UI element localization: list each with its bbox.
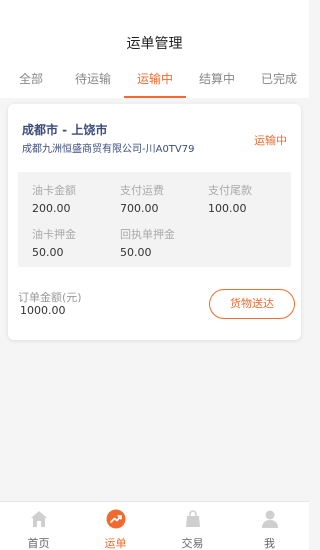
order-total-label: 订单金额(元)	[18, 291, 82, 304]
order-total-value: 1000.00	[20, 304, 66, 317]
tabbar-label-me: 我	[264, 537, 275, 550]
user-icon	[260, 509, 280, 529]
trend-icon	[106, 509, 126, 529]
status-tabs: 全部 待运输 运输中 结算中 已完成	[0, 68, 309, 98]
route-text: 成都市 - 上饶市	[22, 123, 108, 137]
bottom-tabbar: 首页 运单 交易 我	[0, 501, 309, 550]
receipt-deposit-value: 50.00	[120, 246, 152, 259]
fuel-card-deposit-label: 油卡押金	[32, 228, 76, 241]
fuel-card-deposit-value: 50.00	[32, 246, 64, 259]
company-text: 成都九洲恒盛商贸有限公司-川A0TV79	[22, 144, 195, 155]
tab-all[interactable]: 全部	[0, 68, 62, 98]
status-badge: 运输中	[254, 134, 287, 147]
tab-settling[interactable]: 结算中	[186, 68, 248, 98]
balance-paid-label: 支付尾款	[208, 184, 252, 197]
tabbar-label-home: 首页	[27, 537, 50, 550]
fuel-card-amount-value: 200.00	[32, 202, 71, 215]
header: 运单管理 全部 待运输 运输中 结算中 已完成	[0, 0, 309, 98]
home-icon	[29, 509, 49, 529]
page-title: 运单管理	[126, 36, 183, 52]
order-card[interactable]: 成都市 - 上饶市 成都九洲恒盛商贸有限公司-川A0TV79 运输中 油卡金额 …	[8, 104, 301, 340]
fuel-card-amount-label: 油卡金额	[32, 184, 76, 197]
receipt-deposit-label: 回执单押金	[120, 228, 175, 241]
tabbar-item-me[interactable]: 我	[231, 502, 308, 550]
tabbar-item-trade[interactable]: 交易	[154, 502, 231, 550]
tabbar-item-waybill[interactable]: 运单	[77, 502, 154, 550]
tabbar-label-trade: 交易	[181, 537, 204, 550]
tabbar-item-home[interactable]: 首页	[0, 502, 77, 550]
goods-delivered-button[interactable]: 货物送达	[209, 289, 295, 319]
freight-paid-value: 700.00	[120, 202, 159, 215]
balance-paid-value: 100.00	[208, 202, 247, 215]
freight-paid-label: 支付运费	[120, 184, 164, 197]
tab-in-transit[interactable]: 运输中	[124, 68, 186, 98]
bag-icon	[183, 509, 203, 529]
tabbar-label-waybill: 运单	[104, 537, 127, 550]
fees-panel: 油卡金额 200.00 支付运费 700.00 支付尾款 100.00 油卡押金…	[18, 172, 291, 267]
tab-completed[interactable]: 已完成	[248, 68, 310, 98]
tab-pending-transport[interactable]: 待运输	[62, 68, 124, 98]
